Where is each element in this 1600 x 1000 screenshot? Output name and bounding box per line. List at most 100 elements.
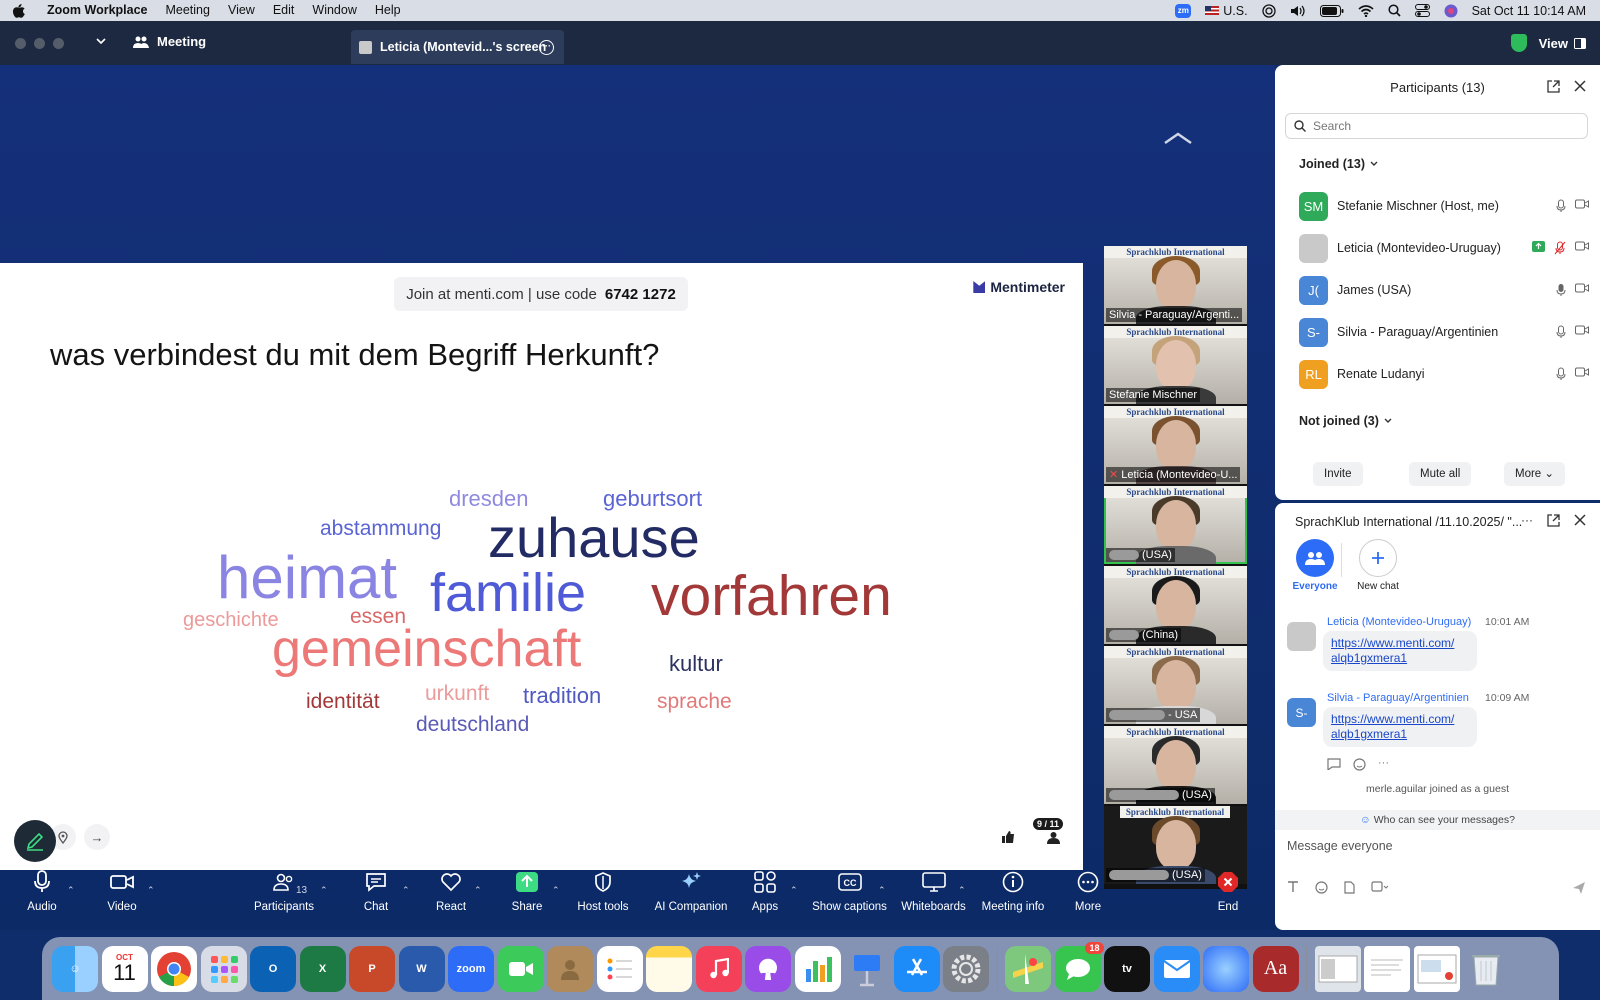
minimize-window-button[interactable]: [34, 38, 45, 49]
system-settings-icon[interactable]: [943, 945, 989, 992]
spotlight-search-icon[interactable]: [1388, 4, 1401, 17]
video-tile-active-speaker[interactable]: Sprachklub International (USA): [1104, 486, 1247, 564]
message-sender[interactable]: Silvia - Paraguay/Argentinien: [1327, 692, 1469, 704]
thumbs-up-icon[interactable]: [995, 824, 1021, 850]
microphone-icon[interactable]: [1556, 199, 1566, 213]
chevron-down-icon[interactable]: [95, 35, 107, 47]
apps-options-chevron-icon[interactable]: ⌃: [790, 885, 798, 896]
attach-file-icon[interactable]: [1344, 881, 1355, 894]
calendar-icon[interactable]: OCT 11: [101, 945, 148, 992]
participant-row[interactable]: S- Silvia - Paraguay/Argentinien: [1299, 317, 1589, 347]
video-tile[interactable]: Sprachklub International (China): [1104, 566, 1247, 644]
chat-options-chevron-icon[interactable]: ⌃: [402, 885, 410, 896]
apps-button[interactable]: Apps: [725, 865, 805, 930]
excel-icon[interactable]: X: [299, 945, 346, 992]
tab-shared-screen[interactable]: Leticia (Montevid...'s screen ···: [351, 30, 564, 64]
text-format-icon[interactable]: [1287, 881, 1299, 894]
video-camera-icon[interactable]: [1575, 241, 1589, 255]
zoom-window-button[interactable]: [53, 38, 64, 49]
close-icon[interactable]: [1574, 80, 1586, 93]
video-camera-icon[interactable]: [1575, 283, 1589, 297]
microphone-icon[interactable]: [1556, 367, 1566, 381]
microphone-icon[interactable]: [1556, 325, 1566, 339]
video-options-chevron-icon[interactable]: ⌃: [147, 885, 155, 896]
video-camera-icon[interactable]: [1575, 199, 1589, 213]
video-camera-icon[interactable]: [1575, 367, 1589, 381]
word-icon[interactable]: W: [398, 945, 445, 992]
airdrop-icon[interactable]: [1261, 3, 1276, 18]
add-reaction-icon[interactable]: [1353, 758, 1366, 771]
chat-button[interactable]: Chat: [336, 865, 416, 930]
close-icon[interactable]: [1574, 514, 1586, 527]
security-shield-icon[interactable]: [1510, 34, 1527, 52]
close-window-button[interactable]: [15, 38, 26, 49]
popout-icon[interactable]: [1547, 514, 1560, 527]
emoji-icon[interactable]: [1315, 881, 1328, 894]
control-center-icon[interactable]: [1414, 4, 1430, 17]
share-button[interactable]: Share: [487, 865, 567, 930]
volume-icon[interactable]: [1290, 4, 1306, 18]
gallery-scroll-up-icon[interactable]: [1163, 131, 1193, 145]
participant-row[interactable]: Leticia (Montevideo-Uruguay): [1299, 233, 1589, 263]
screenshot-icon[interactable]: [1371, 881, 1389, 894]
invite-button[interactable]: Invite: [1313, 462, 1363, 486]
participant-row[interactable]: SM Stefanie Mischner (Host, me): [1299, 191, 1589, 221]
input-source[interactable]: U.S.: [1205, 4, 1248, 18]
participants-button[interactable]: Participants: [244, 865, 324, 930]
view-button[interactable]: View: [1539, 36, 1586, 51]
microphone-icon[interactable]: [1556, 283, 1566, 297]
show-captions-button[interactable]: CC Show captions: [802, 865, 897, 930]
trash-icon[interactable]: [1463, 946, 1509, 992]
facetime-icon[interactable]: [497, 945, 544, 992]
captions-options-chevron-icon[interactable]: ⌃: [878, 885, 886, 896]
notes-icon[interactable]: [646, 945, 692, 992]
menu-meeting[interactable]: Meeting: [156, 0, 218, 21]
audio-options-chevron-icon[interactable]: ⌃: [67, 885, 75, 896]
popout-icon[interactable]: [1547, 80, 1560, 93]
menubar-clock[interactable]: Sat Oct 11 10:14 AM: [1472, 4, 1586, 18]
menu-help[interactable]: Help: [366, 0, 410, 21]
tab-more-icon[interactable]: ···: [539, 40, 554, 55]
zoom-status-icon[interactable]: zm: [1175, 3, 1192, 18]
recent-document-thumbnail[interactable]: [1364, 945, 1410, 992]
host-tools-button[interactable]: Host tools: [563, 865, 643, 930]
more-dots-icon[interactable]: ···: [1378, 758, 1389, 771]
participant-row[interactable]: RL Renate Ludanyi: [1299, 359, 1589, 389]
message-link[interactable]: https://www.menti.com/ alqb1gxmera1: [1323, 707, 1477, 747]
audience-person-icon[interactable]: [1040, 824, 1066, 850]
launchpad-icon[interactable]: [200, 945, 247, 992]
end-meeting-button[interactable]: End: [1188, 865, 1268, 930]
numbers-icon[interactable]: [794, 945, 841, 992]
participant-row[interactable]: J( James (USA): [1299, 275, 1589, 305]
menu-edit[interactable]: Edit: [264, 0, 304, 21]
menu-window[interactable]: Window: [303, 0, 365, 21]
menu-app-name[interactable]: Zoom Workplace: [38, 0, 156, 21]
reminders-icon[interactable]: [596, 945, 643, 992]
apple-icon[interactable]: [0, 3, 38, 18]
video-camera-icon[interactable]: [1575, 325, 1589, 339]
battery-icon[interactable]: [1319, 4, 1344, 17]
new-chat-chip[interactable]: New chat: [1348, 539, 1408, 592]
meeting-info-button[interactable]: Meeting info: [968, 865, 1058, 930]
whiteboards-button[interactable]: Whiteboards: [891, 865, 976, 930]
more-button[interactable]: More: [1048, 865, 1128, 930]
tab-meeting[interactable]: Meeting: [133, 34, 206, 49]
network-radar-icon[interactable]: [1203, 945, 1249, 992]
dictionary-icon[interactable]: Aa: [1252, 945, 1299, 992]
mail-icon[interactable]: [1153, 945, 1200, 992]
siri-icon[interactable]: [1444, 4, 1458, 18]
not-joined-group-toggle[interactable]: Not joined (3): [1299, 414, 1393, 428]
audio-button[interactable]: Audio: [2, 865, 82, 930]
apple-tv-icon[interactable]: tv: [1104, 945, 1150, 992]
podcasts-icon[interactable]: [745, 945, 791, 992]
video-tile[interactable]: Sprachklub International (USA): [1104, 726, 1247, 804]
powerpoint-icon[interactable]: P: [349, 945, 395, 992]
joined-group-toggle[interactable]: Joined (13): [1299, 157, 1379, 171]
app-store-icon[interactable]: [893, 945, 940, 992]
video-tile[interactable]: Sprachklub International ✕ Leticia (Mont…: [1104, 406, 1247, 484]
annotate-pen-button[interactable]: [14, 820, 56, 862]
outlook-icon[interactable]: O: [250, 945, 296, 992]
video-tile[interactable]: Sprachklub International - USA: [1104, 646, 1247, 724]
maps-icon[interactable]: [1005, 945, 1051, 992]
video-tile[interactable]: Sprachklub International Silvia - Paragu…: [1104, 246, 1247, 324]
